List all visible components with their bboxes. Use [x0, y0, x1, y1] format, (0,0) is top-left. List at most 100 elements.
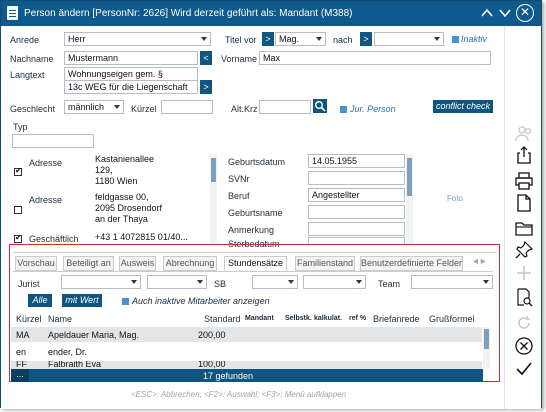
address-2-text[interactable]: feldgasse 00, 2095 Drosendorf an der Thaya [95, 192, 210, 228]
shortcut-hint: <ESC>: Abbrechen; <F2>: Auswahl; <F3>: M… [131, 390, 347, 399]
langtext-label: Langtext [10, 70, 45, 80]
search-icon[interactable] [313, 99, 327, 113]
conflict-check-button[interactable]: conflict check [433, 100, 493, 113]
share-icon[interactable] [514, 145, 534, 165]
beruf-label: Beruf [228, 191, 250, 201]
tab-benutzerdefinierte-felder[interactable]: Benutzerdefinierte Felder [360, 256, 463, 271]
address-1-checkbox[interactable] [14, 166, 22, 176]
typ-field[interactable] [12, 134, 94, 148]
geschlecht-select[interactable]: männlich [64, 100, 124, 114]
more-button[interactable]: ... [11, 369, 29, 382]
typ-label: Typ [13, 122, 28, 132]
col-standard[interactable]: Standard [204, 314, 241, 324]
tab-vorschau[interactable]: Vorschau [15, 256, 57, 271]
col-briefanrede[interactable]: Briefanrede [373, 314, 420, 324]
table-row[interactable]: MA Apeldauer Maria, Mag. 200,00 [11, 327, 482, 342]
svnr-label: SVNr [228, 174, 250, 184]
foto-label: Foto [447, 194, 464, 203]
tab-familienstand[interactable]: Familienstand [295, 256, 355, 271]
tab-abrechnung[interactable]: Abrechnung [163, 256, 217, 271]
cancel-circle-icon[interactable] [514, 336, 534, 356]
anrede-label: Anrede [10, 35, 40, 45]
row-standard: 100,00 [198, 361, 226, 369]
folder-icon[interactable] [514, 218, 534, 238]
geschlecht-label: Geschlecht [10, 104, 56, 114]
tabs-bottom-rule [13, 271, 493, 272]
details-scrollbar[interactable] [406, 154, 413, 244]
vorname-field[interactable]: Max [259, 51, 491, 65]
new-document-icon[interactable] [514, 193, 534, 213]
row-kuerzel: MA [16, 330, 30, 340]
document-icon [7, 6, 18, 20]
titel-nach-nav-button[interactable]: > [360, 32, 372, 46]
langtext-nav-button[interactable]: > [200, 80, 212, 94]
confirm-check-icon[interactable] [514, 359, 534, 379]
geburtsname-field[interactable] [308, 205, 405, 219]
address-3-checkbox[interactable] [14, 233, 22, 243]
address-scrollbar[interactable] [210, 154, 217, 244]
alle-button[interactable]: Alle [28, 294, 52, 307]
row-name: Falbraith Eva [48, 361, 102, 369]
right-toolbar [504, 26, 541, 409]
tab-beteiligt-an[interactable]: Beteiligt an [63, 256, 114, 271]
pin-icon[interactable] [514, 240, 534, 260]
row-standard: 200,00 [198, 330, 226, 340]
nachname-nav-button[interactable]: < [200, 51, 212, 65]
table-row[interactable]: FF Falbraith Eva 100,00 [11, 361, 482, 369]
langtext-field-line2[interactable]: 13c WEG für die Liegenschaft [64, 80, 198, 94]
col-ref-pct[interactable]: ref % [349, 315, 366, 322]
sb-secondary-select[interactable] [303, 275, 366, 289]
svnr-field[interactable] [308, 171, 405, 185]
tabs-top-rule [13, 252, 497, 253]
inaktiv-checkbox[interactable] [452, 36, 459, 43]
geburtsname-label: Geburtsname [228, 208, 283, 218]
users-icon[interactable] [514, 124, 534, 144]
address-2-checkbox[interactable] [14, 206, 22, 214]
col-selbstk[interactable]: Selbstk. [285, 315, 312, 322]
jur-person-checkbox[interactable] [340, 106, 347, 113]
close-icon[interactable]: ✕ [516, 4, 534, 22]
printer-icon[interactable] [514, 171, 534, 191]
inaktive-mitarbeiter-checkbox[interactable] [122, 298, 129, 305]
tab-scroll-arrows[interactable]: ◂ ▸ [473, 256, 493, 271]
refresh-icon[interactable] [514, 313, 534, 333]
kuerzel-label: Kürzel [131, 104, 157, 114]
geburtsdatum-field[interactable]: 14.05.1955 [308, 154, 405, 168]
anmerkung-field[interactable] [308, 222, 405, 236]
langtext-field-line1[interactable]: Wohnungseigen gem. § [64, 67, 198, 81]
beruf-field[interactable]: Angestellter [308, 188, 405, 202]
titel-vor-select[interactable]: Mag. [275, 32, 326, 46]
table-scrollbar[interactable] [483, 327, 490, 368]
col-kalkulat[interactable]: kalkulat. [314, 315, 342, 322]
col-name[interactable]: Name [48, 314, 72, 324]
mit-wert-button[interactable]: mit Wert [62, 294, 102, 307]
altkrz-label: Alt.Krz [231, 104, 258, 114]
table-row[interactable]: en ender, Dr. [11, 344, 482, 359]
nach-label: nach [333, 35, 353, 45]
col-mandant[interactable]: Mandant [245, 315, 274, 322]
add-icon[interactable] [514, 263, 534, 283]
titel-vor-nav-button[interactable]: > [262, 32, 274, 46]
anmerkung-label: Anmerkung [228, 225, 275, 235]
kuerzel-field[interactable] [161, 100, 213, 114]
titel-nach-select[interactable] [374, 32, 444, 46]
nachname-field[interactable]: Mustermann [64, 51, 198, 65]
jurist-secondary-select[interactable] [147, 275, 207, 289]
jurist-select[interactable] [61, 275, 141, 289]
altkrz-field[interactable] [259, 100, 311, 114]
inaktive-mitarbeiter-label: Auch inaktive Mitarbeiter anzeigen [132, 296, 270, 306]
anrede-select[interactable]: Herr [64, 32, 211, 46]
address-3-text[interactable]: +43 1 4072815 01/40... [95, 232, 210, 244]
col-kuerzel[interactable]: Kürzel [16, 314, 42, 324]
titel-vor-label: Titel vor [225, 35, 257, 45]
tab-ausweis[interactable]: Ausweis [119, 256, 156, 271]
team-select[interactable] [411, 275, 493, 289]
collapse-up-icon[interactable] [479, 5, 495, 21]
sb-select[interactable] [252, 275, 298, 289]
document-search-icon[interactable] [514, 287, 534, 307]
col-grussformel[interactable]: Grußformel [429, 314, 475, 324]
address-1-text[interactable]: Kastanienallee 129, 1180 Wien [95, 154, 210, 190]
tab-stundensaetze[interactable]: Stundensätze [224, 256, 287, 271]
expand-down-icon[interactable] [497, 5, 513, 21]
vorname-label: Vorname [221, 54, 258, 64]
